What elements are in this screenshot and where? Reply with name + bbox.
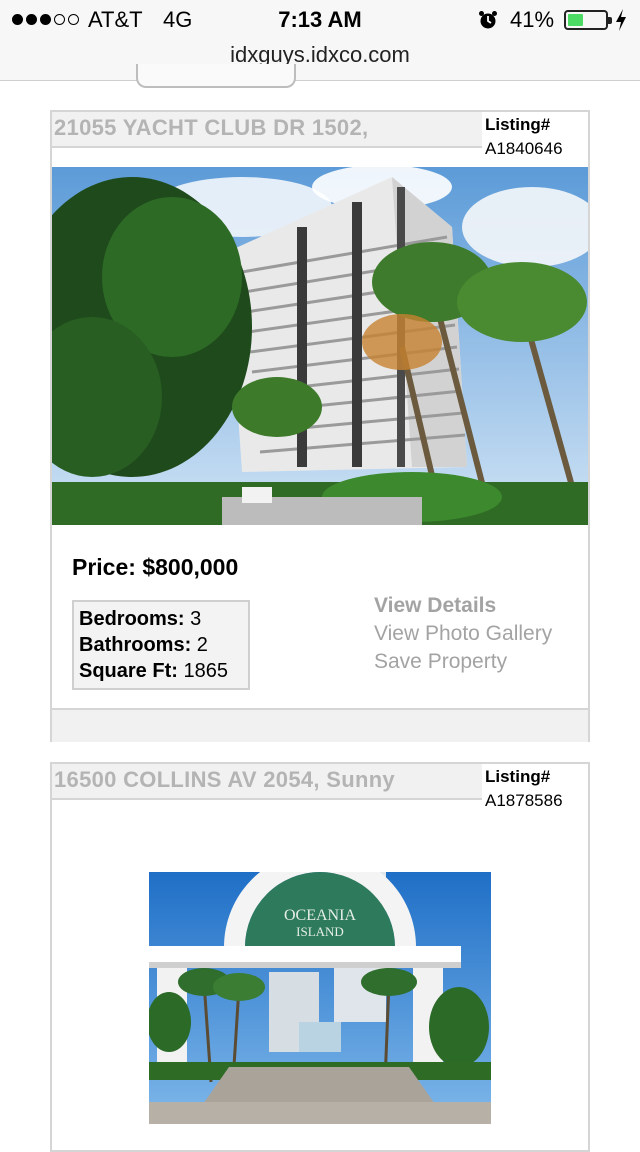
bedrooms-row: Bedrooms: 3	[79, 606, 248, 632]
listing-address[interactable]: 16500 COLLINS AV 2054, Sunny	[54, 767, 395, 793]
bathrooms-value: 2	[196, 634, 208, 656]
card-footer	[52, 708, 588, 742]
listing-stats-box: Bedrooms: 3 Bathrooms: 2 Square Ft: 1865	[72, 600, 250, 690]
search-button-partial[interactable]	[136, 64, 296, 88]
sign-line-1: OCEANIA	[284, 907, 356, 924]
listing-number: A1878586	[485, 791, 563, 810]
bedrooms-label: Bedrooms:	[79, 608, 185, 630]
sqft-row: Square Ft: 1865	[79, 658, 248, 684]
alarm-icon	[479, 11, 497, 29]
sqft-label: Square Ft:	[79, 660, 178, 682]
listing-photo[interactable]: OCEANIA ISLAND	[149, 872, 491, 1124]
bathrooms-label: Bathrooms:	[79, 634, 192, 656]
listing-number: A1840646	[485, 139, 563, 158]
battery-percent: 41%	[510, 7, 555, 32]
address-bar: 16500 COLLINS AV 2054, Sunny	[52, 764, 482, 800]
listing-number-label: Listing#	[485, 767, 551, 786]
bedrooms-value: 3	[190, 608, 202, 630]
sqft-value: 1865	[183, 660, 228, 682]
listing-number-label: Listing#	[485, 115, 551, 134]
bathrooms-row: Bathrooms: 2	[79, 632, 248, 658]
listing-actions: View Details View Photo Gallery Save Pro…	[374, 592, 552, 676]
listing-card: 21055 YACHT CLUB DR 1502, Listing# A1840…	[50, 110, 590, 742]
url-bar[interactable]: idxguys.idxco.com	[0, 42, 640, 68]
listing-address[interactable]: 21055 YACHT CLUB DR 1502,	[54, 115, 368, 141]
status-bar: AT&T 4G 7:13 AM 41%	[0, 0, 640, 40]
address-bar: 21055 YACHT CLUB DR 1502,	[52, 112, 482, 148]
battery-icon	[564, 10, 612, 30]
view-photo-gallery-link[interactable]: View Photo Gallery	[374, 620, 552, 648]
save-property-link[interactable]: Save Property	[374, 648, 552, 676]
view-details-link[interactable]: View Details	[374, 592, 552, 620]
sign-line-2: ISLAND	[296, 924, 344, 939]
listing-photo[interactable]	[52, 167, 588, 525]
browser-top-bar: AT&T 4G 7:13 AM 41% idxguys.idxco.com	[0, 0, 640, 81]
listing-card: 16500 COLLINS AV 2054, Sunny Listing# A1…	[50, 762, 590, 1152]
charging-icon	[616, 9, 626, 31]
listing-price: Price: $800,000	[72, 554, 239, 580]
